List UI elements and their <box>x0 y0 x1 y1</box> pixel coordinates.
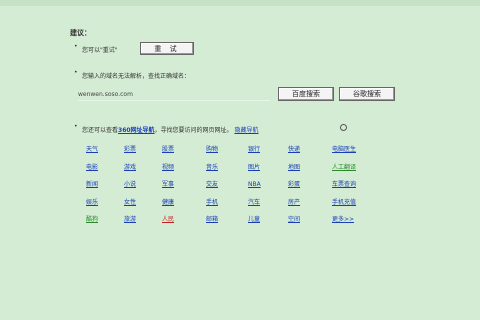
grid-link[interactable]: 邮箱 <box>206 216 248 234</box>
grid-link[interactable]: 儿童 <box>248 216 288 234</box>
grid-link[interactable]: 车票查询 <box>332 181 382 199</box>
grid-link[interactable]: 房产 <box>288 199 332 217</box>
search-hint-text: 您输入的域名无法解析，查找正确域名： <box>82 73 191 80</box>
grid-link[interactable]: 银行 <box>248 146 288 164</box>
grid-link[interactable]: 购物 <box>206 146 248 164</box>
grid-link[interactable]: 小说 <box>124 181 162 199</box>
nav-hint: 您还可以查看360网址导航，寻找您要访问的网页网址。 隐藏导航 <box>82 125 259 134</box>
nav-hint-prefix: 您还可以查看 <box>82 127 119 134</box>
grid-link[interactable]: 彩票 <box>124 146 162 164</box>
grid-link[interactable]: 电影 <box>86 164 124 182</box>
grid-link[interactable]: 更多>> <box>332 216 382 234</box>
google-search-button[interactable]: 谷歌搜索 <box>339 87 395 101</box>
nav-hint-suffix: ，寻找您要访问的网页网址。 <box>154 127 233 134</box>
grid-link[interactable]: 手机 <box>206 199 248 217</box>
suggestions-heading: 建议： <box>70 29 91 37</box>
grid-link[interactable]: 健康 <box>162 199 206 217</box>
bullet-icon: • <box>74 69 78 76</box>
retry-text: 您可以"重试" <box>82 47 118 54</box>
grid-link[interactable]: 天气 <box>86 146 124 164</box>
circle-icon[interactable] <box>340 124 347 131</box>
grid-link[interactable]: 新闻 <box>86 181 124 199</box>
grid-link[interactable]: 人工翻译 <box>332 164 382 182</box>
grid-link[interactable]: 娱乐 <box>86 199 124 217</box>
grid-link[interactable]: 地图 <box>288 164 332 182</box>
grid-link[interactable]: 女性 <box>124 199 162 217</box>
grid-link[interactable]: 视频 <box>162 164 206 182</box>
baidu-search-button[interactable]: 百度搜索 <box>278 87 334 101</box>
grid-link[interactable]: 音乐 <box>206 164 248 182</box>
grid-link[interactable]: 交友 <box>206 181 248 199</box>
domain-input[interactable] <box>78 88 270 101</box>
top-bar <box>0 0 480 6</box>
grid-link[interactable]: 图片 <box>248 164 288 182</box>
grid-link[interactable]: 人民 <box>162 216 206 234</box>
grid-link[interactable]: 电脑医生 <box>332 146 382 164</box>
grid-link[interactable]: 空间 <box>288 216 332 234</box>
grid-link[interactable]: 酷狗 <box>86 216 124 234</box>
grid-link[interactable]: 汽车 <box>248 199 288 217</box>
grid-link[interactable]: 旅游 <box>124 216 162 234</box>
grid-link[interactable]: NBA <box>248 181 288 199</box>
grid-link[interactable]: 手机充值 <box>332 199 382 217</box>
retry-button[interactable]: 重 试 <box>140 42 194 55</box>
grid-link[interactable]: 游戏 <box>124 164 162 182</box>
grid-link[interactable]: 彩蛋 <box>288 181 332 199</box>
grid-link[interactable]: 股票 <box>162 146 206 164</box>
hide-nav-link[interactable]: 隐藏导航 <box>234 127 258 134</box>
grid-link[interactable]: 快递 <box>288 146 332 164</box>
nav-site-link[interactable]: 360网址导航 <box>118 127 155 134</box>
bullet-icon: • <box>74 43 78 50</box>
bullet-icon: • <box>74 123 78 130</box>
nav-link-grid: 天气 彩票 股票 购物 银行 快递 电脑医生电影 游戏 视频 音乐 图片 地图 人工翻译新闻 小说 军事 交友… <box>86 146 382 234</box>
grid-link[interactable]: 军事 <box>162 181 206 199</box>
